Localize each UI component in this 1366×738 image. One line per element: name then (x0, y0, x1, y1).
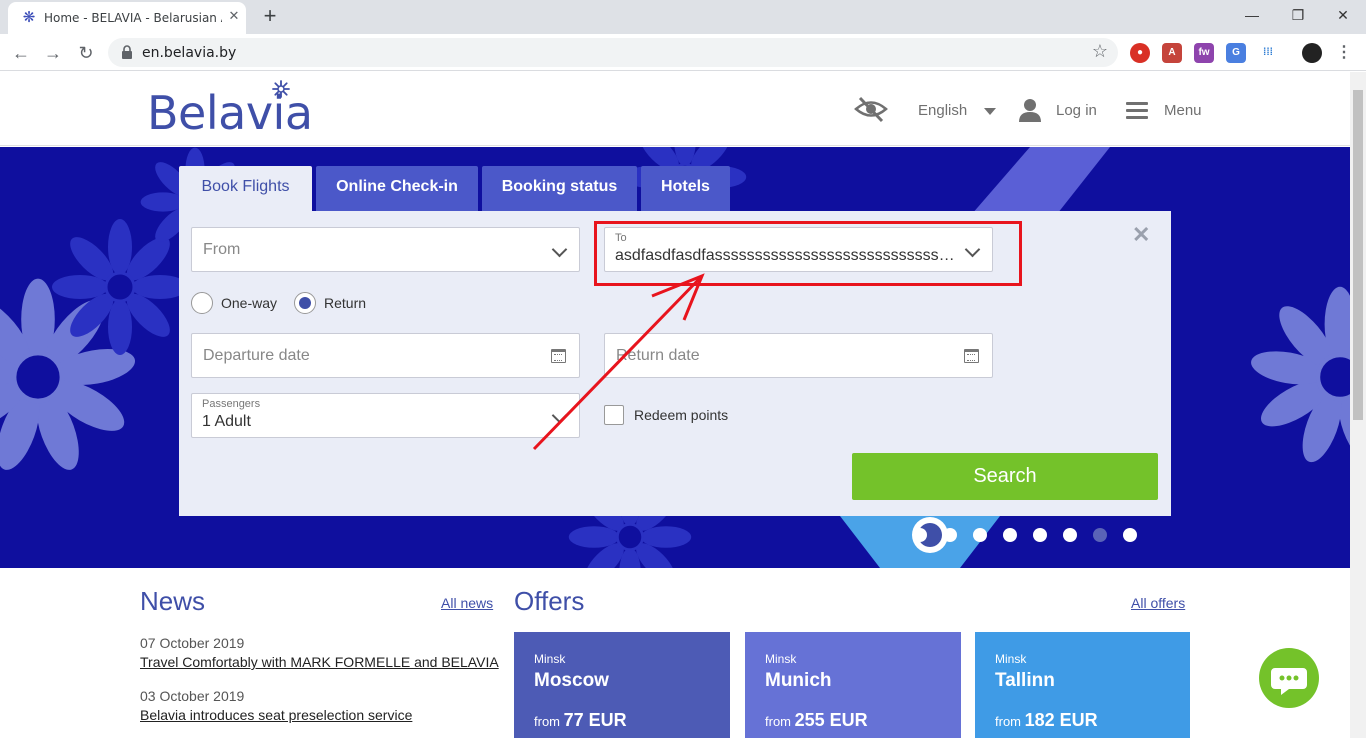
redeem-points-label: Redeem points (634, 407, 729, 423)
return-radio[interactable] (294, 292, 316, 314)
return-placeholder: Return date (616, 347, 700, 364)
offer-card[interactable]: Minsk Munich from 255 EUR (745, 632, 961, 738)
close-icon[interactable]: ✕ (1132, 222, 1150, 248)
url-text: en.belavia.by (142, 45, 237, 61)
accessibility-eye-icon[interactable] (854, 94, 888, 124)
tab-online-check-in[interactable]: Online Check-in (316, 166, 478, 212)
address-bar[interactable]: en.belavia.by ☆ (108, 38, 1118, 67)
extension-adblock-icon[interactable]: ● (1130, 43, 1150, 63)
back-icon[interactable]: ← (8, 40, 34, 66)
hamburger-menu-icon[interactable] (1126, 102, 1148, 120)
slider-dot[interactable] (973, 528, 987, 542)
chat-bubble-icon (1271, 668, 1307, 695)
extension-fw-icon[interactable]: fw (1194, 43, 1214, 63)
page-scrollbar[interactable] (1350, 72, 1366, 738)
passengers-field[interactable]: Passengers 1 Adult (191, 393, 580, 438)
new-tab-button[interactable]: + (258, 4, 282, 28)
offer-price: from 77 EUR (534, 710, 627, 730)
annotation-highlight-box (594, 221, 1022, 286)
slider-dot[interactable] (1033, 528, 1047, 542)
offer-destination: Moscow (534, 670, 609, 691)
browser-toolbar: ← → ↻ en.belavia.by ☆ ● A fw G ⁞⁞⁞ ⋮ (0, 34, 1366, 71)
site-header: Belavia English Log in Menu (0, 72, 1350, 146)
search-button[interactable]: Search (852, 453, 1158, 500)
profile-avatar-icon[interactable] (1302, 43, 1322, 63)
restore-icon[interactable]: ❐ (1275, 4, 1321, 26)
news-headline-link[interactable]: Travel Comfortably with MARK FORMELLE an… (140, 654, 499, 670)
extension-grid-icon[interactable]: ⁞⁞⁞ (1258, 43, 1278, 63)
all-news-link[interactable]: All news (441, 595, 493, 611)
slider-dot[interactable] (1003, 528, 1017, 542)
scrollbar-thumb[interactable] (1353, 90, 1363, 420)
forward-icon[interactable]: → (40, 40, 66, 66)
extension-pdf-icon[interactable]: A (1162, 43, 1182, 63)
slider-dot-active[interactable] (1093, 528, 1107, 542)
tab-book-flights[interactable]: Book Flights (179, 166, 312, 212)
offer-destination: Tallinn (995, 670, 1055, 691)
bookmark-star-icon[interactable]: ☆ (1092, 41, 1108, 62)
news-title: News (140, 586, 206, 616)
offer-origin: Minsk (765, 652, 797, 666)
lock-icon (122, 45, 132, 59)
slider-dots (0, 528, 1350, 544)
offer-price: from 255 EUR (765, 710, 868, 730)
offer-card[interactable]: Minsk Tallinn from 182 EUR (975, 632, 1190, 738)
tab-close-icon[interactable]: ✕ (226, 8, 242, 24)
minimize-icon[interactable]: — (1229, 4, 1275, 26)
from-placeholder: From (203, 241, 241, 258)
chevron-down-icon (551, 407, 568, 424)
offers-title: Offers (514, 586, 585, 616)
news-date: 03 October 2019 (140, 688, 245, 704)
one-way-radio[interactable] (191, 292, 213, 314)
one-way-label: One-way (221, 295, 278, 311)
return-date-field[interactable]: Return date (604, 333, 993, 378)
browser-menu-icon[interactable]: ⋮ (1334, 43, 1354, 63)
browser-tabstrip: ❋ Home - BELAVIA - Belarusian Airl ✕ + —… (0, 0, 1366, 34)
window-close-icon[interactable]: ✕ (1320, 4, 1366, 26)
from-field[interactable]: From (191, 227, 580, 272)
slider-dot[interactable] (943, 528, 957, 542)
calendar-icon[interactable] (964, 349, 979, 363)
chat-button[interactable] (1259, 648, 1319, 708)
logo-flower-icon (272, 80, 290, 98)
passengers-value: 1 Adult (202, 413, 251, 430)
offer-origin: Minsk (534, 652, 566, 666)
language-caret-icon[interactable] (984, 108, 996, 115)
tab-title: Home - BELAVIA - Belarusian Airl (44, 11, 222, 25)
extension-translate-icon[interactable]: G (1226, 43, 1246, 63)
reload-icon[interactable]: ↻ (73, 40, 99, 66)
offer-price: from 182 EUR (995, 710, 1098, 730)
departure-placeholder: Departure date (203, 347, 310, 364)
chevron-down-icon (551, 241, 568, 258)
login-link[interactable]: Log in (1056, 102, 1097, 119)
news-headline-link[interactable]: Belavia introduces seat preselection ser… (140, 707, 412, 723)
belavia-favicon-icon: ❋ (22, 9, 36, 26)
menu-link[interactable]: Menu (1164, 102, 1202, 119)
offer-card[interactable]: Minsk Moscow from 77 EUR (514, 632, 730, 738)
redeem-points-checkbox[interactable] (604, 405, 624, 425)
user-icon[interactable] (1019, 98, 1041, 122)
slider-dot[interactable] (913, 528, 927, 542)
tab-hotels[interactable]: Hotels (641, 166, 730, 212)
slider-dot[interactable] (1123, 528, 1137, 542)
passengers-label: Passengers (202, 398, 261, 410)
news-date: 07 October 2019 (140, 635, 245, 651)
language-selector[interactable]: English (918, 102, 967, 119)
calendar-icon[interactable] (551, 349, 566, 363)
browser-tab[interactable]: ❋ Home - BELAVIA - Belarusian Airl ✕ (8, 2, 246, 34)
all-offers-link[interactable]: All offers (1131, 595, 1185, 611)
slider-dot[interactable] (1063, 528, 1077, 542)
return-label: Return (324, 295, 367, 311)
tab-booking-status[interactable]: Booking status (482, 166, 637, 212)
offer-origin: Minsk (995, 652, 1027, 666)
offer-destination: Munich (765, 670, 832, 691)
departure-date-field[interactable]: Departure date (191, 333, 580, 378)
